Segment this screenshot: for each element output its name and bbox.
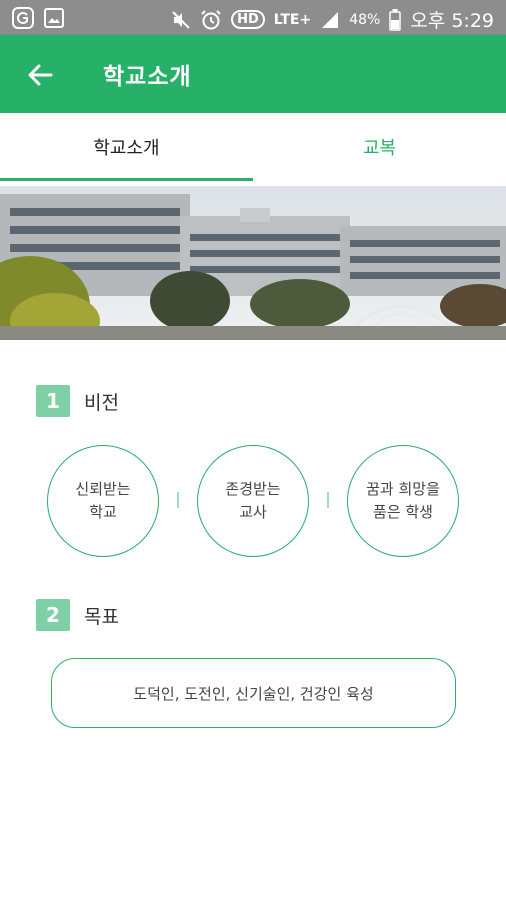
section-title: 목표: [84, 605, 119, 628]
tab-school-intro[interactable]: 학교소개: [0, 113, 253, 181]
vision-item-line: 신뢰받는: [75, 480, 131, 498]
battery-icon: [389, 8, 402, 31]
lte-label: LTE+: [273, 11, 312, 28]
goal-section-header: 2 목표: [36, 599, 119, 631]
hd-icon: HD: [231, 10, 265, 29]
alarm-icon: [200, 9, 222, 31]
vision-item: 신뢰받는 학교: [47, 445, 159, 557]
clock: 오후 5:29: [410, 10, 494, 32]
page-title: 학교소개: [103, 64, 192, 90]
arrow-left-icon: [28, 64, 53, 86]
tab-bar: 학교소개 교복: [0, 113, 506, 181]
divider: [327, 492, 329, 508]
status-bar: HD LTE+ 48% 오후 5:29: [0, 0, 506, 35]
vision-item: 꿈과 희망을 품은 학생: [347, 445, 459, 557]
vision-item-line: 품은 학생: [373, 503, 433, 521]
mute-icon: [171, 10, 191, 30]
vision-item-line: 존경받는: [225, 480, 281, 498]
vision-item: 존경받는 교사: [197, 445, 309, 557]
vision-section-header: 1 비전: [36, 385, 119, 417]
signal-icon: [320, 10, 340, 30]
vision-item-line: 교사: [239, 503, 267, 521]
gallery-icon: [44, 8, 64, 28]
back-button[interactable]: [22, 57, 58, 93]
section-title: 비전: [84, 391, 119, 414]
vision-item-line: 꿈과 희망을: [366, 480, 440, 498]
section-number-badge: 2: [36, 599, 70, 631]
divider: [177, 492, 179, 508]
section-number-badge: 1: [36, 385, 70, 417]
goal-text: 도덕인, 도전인, 신기술인, 건강인 육성: [133, 684, 374, 703]
battery-percent: 48%: [349, 11, 381, 28]
tab-uniform[interactable]: 교복: [253, 113, 506, 181]
g-app-icon: [12, 7, 34, 29]
vision-item-line: 학교: [89, 503, 117, 521]
app-bar: 학교소개: [0, 35, 506, 113]
goal-box: 도덕인, 도전인, 신기술인, 건강인 육성: [51, 658, 456, 728]
school-building-image: [0, 186, 506, 340]
